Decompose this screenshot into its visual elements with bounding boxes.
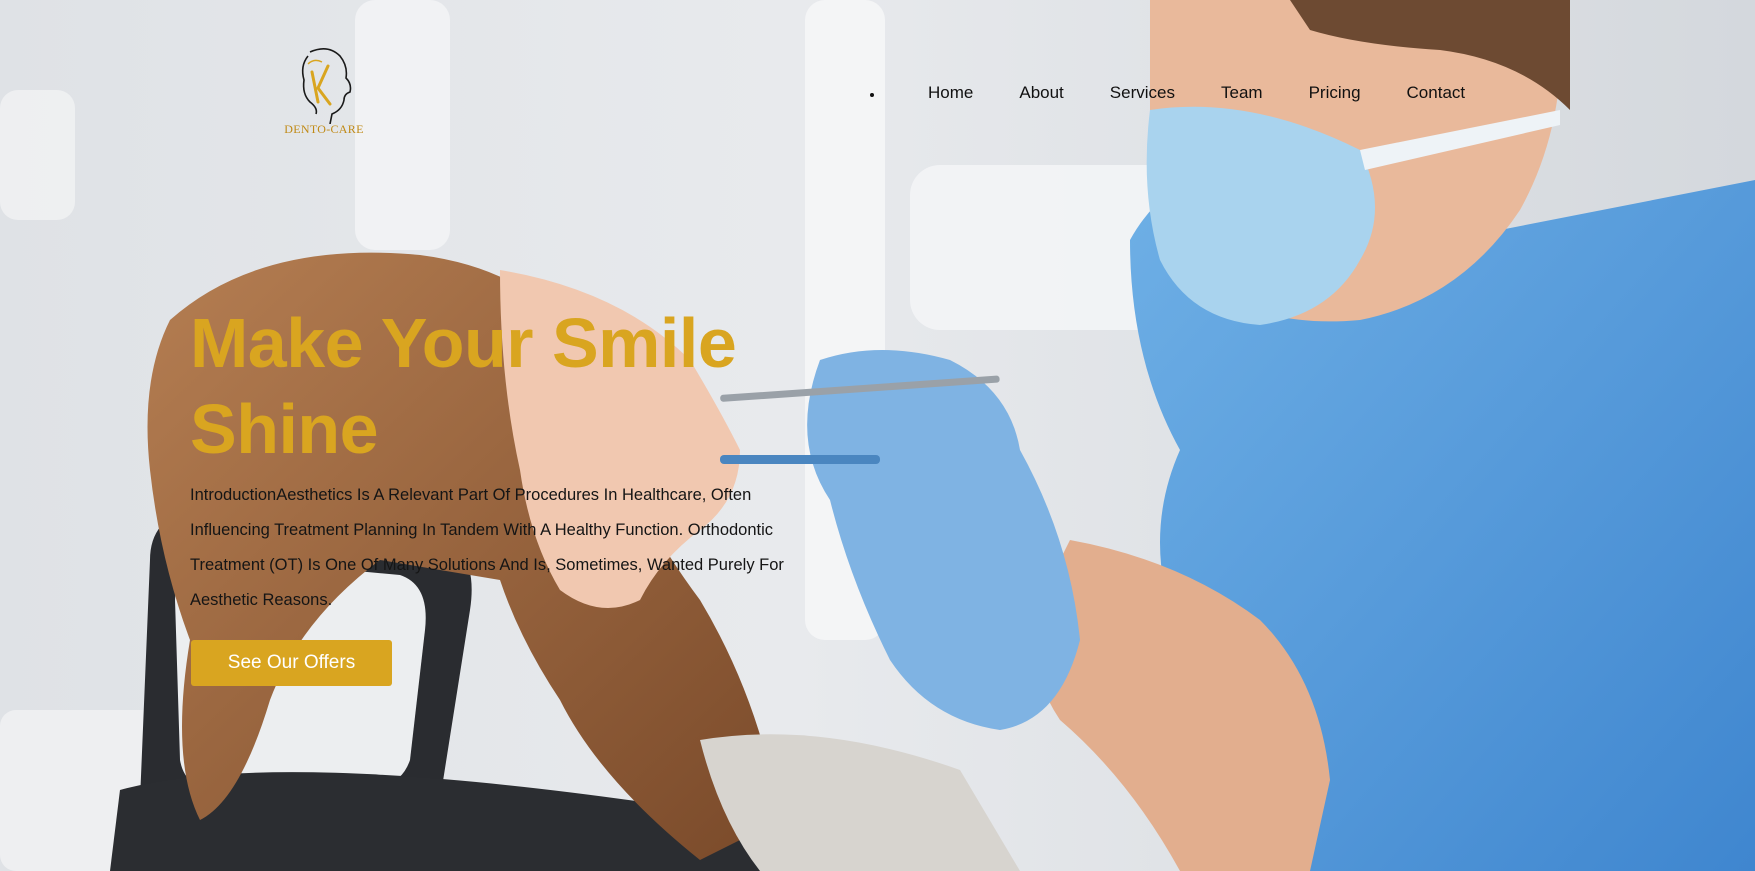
nav-item-pricing[interactable]: Pricing	[1309, 83, 1361, 102]
tooth-profile-logo-icon	[301, 48, 352, 125]
see-our-offers-button[interactable]: See Our Offers	[191, 640, 392, 686]
nav-item-team[interactable]: Team	[1221, 83, 1263, 102]
main-navigation: Home About Services Team Pricing Contact	[870, 80, 1511, 106]
nav-item-home[interactable]: Home	[928, 83, 973, 102]
brand-name: DENTO-CARE	[284, 122, 364, 136]
nav-item-about[interactable]: About	[1019, 83, 1063, 102]
nav-bullet-icon	[870, 93, 874, 97]
nav-item-services[interactable]: Services	[1110, 83, 1175, 102]
hero-description: IntroductionAesthetics Is A Relevant Par…	[190, 486, 784, 609]
nav-item-contact[interactable]: Contact	[1407, 83, 1466, 102]
hero-title: Make Your Smile Shine	[190, 304, 737, 468]
hero-section: DENTO-CARE Home About Services Team Pric…	[0, 0, 1755, 871]
brand-logo[interactable]: DENTO-CARE	[278, 44, 370, 138]
